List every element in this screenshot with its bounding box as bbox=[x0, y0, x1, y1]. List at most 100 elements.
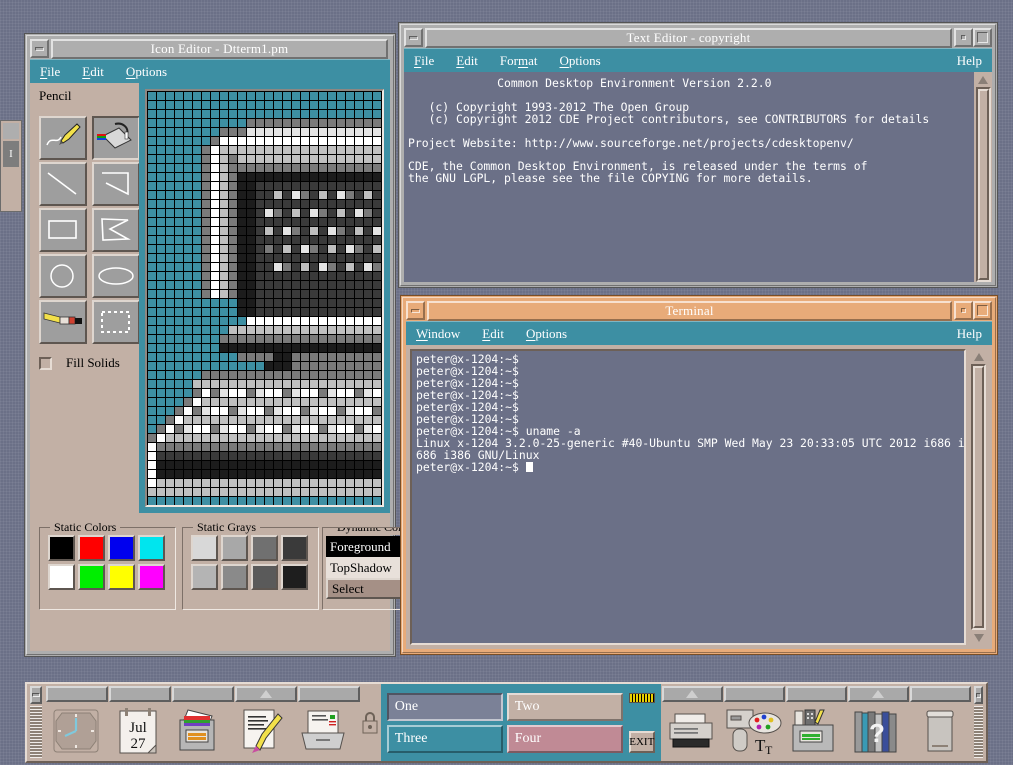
application-manager-icon[interactable] bbox=[785, 704, 847, 760]
rectangle-tool[interactable] bbox=[39, 208, 87, 252]
calendar-subpanel-arrow[interactable] bbox=[109, 686, 171, 702]
panel-restore-button[interactable] bbox=[973, 686, 983, 704]
gray-swatch-5[interactable] bbox=[221, 564, 248, 590]
icon-canvas-area[interactable] bbox=[139, 83, 390, 513]
icon-canvas-inner[interactable] bbox=[145, 89, 384, 507]
workspace-switch[interactable]: One Two Three Four EXIT bbox=[380, 684, 661, 761]
restore-button[interactable] bbox=[954, 28, 973, 47]
panel-grip-right[interactable] bbox=[973, 706, 983, 758]
calendar-icon[interactable]: Jul 27 bbox=[107, 704, 169, 760]
color-swatch-3[interactable] bbox=[138, 535, 165, 561]
scroll-thumb[interactable] bbox=[977, 89, 989, 280]
panel-grip[interactable] bbox=[30, 706, 42, 758]
fill-solids-checkbox[interactable] bbox=[39, 356, 52, 370]
terminal-menubar[interactable]: Window Edit Options Help bbox=[406, 321, 992, 345]
scroll-track[interactable] bbox=[971, 364, 986, 630]
polygon-tool[interactable] bbox=[92, 208, 140, 252]
front-panel[interactable]: Jul 27 One Two Three Four EXIT T T ? bbox=[25, 682, 988, 763]
appmanager-subpanel-arrow[interactable] bbox=[785, 686, 847, 702]
gray-swatch-6[interactable] bbox=[251, 564, 278, 590]
mailer-icon[interactable] bbox=[293, 704, 355, 760]
color-swatch-6[interactable] bbox=[108, 564, 135, 590]
busy-indicator[interactable] bbox=[628, 692, 655, 703]
gray-swatch-7[interactable] bbox=[281, 564, 308, 590]
workspace-button-four[interactable]: Four bbox=[506, 724, 623, 753]
filemanager-subpanel-arrow[interactable] bbox=[172, 686, 234, 702]
minimize-button[interactable] bbox=[30, 39, 49, 58]
scroll-track[interactable] bbox=[975, 87, 991, 282]
menu-edit[interactable]: Edit bbox=[456, 53, 478, 69]
workspace-button-one[interactable]: One bbox=[386, 692, 503, 721]
style-subpanel-arrow[interactable] bbox=[723, 686, 785, 702]
icon-editor-titlebar[interactable]: Icon Editor - Dtterm1.pm bbox=[30, 39, 390, 59]
color-swatch-2[interactable] bbox=[108, 535, 135, 561]
panel-minimize-button[interactable] bbox=[30, 686, 42, 704]
gray-swatch-3[interactable] bbox=[281, 535, 308, 561]
menu-options[interactable]: Options bbox=[560, 53, 601, 69]
background-window-sliver[interactable]: I bbox=[0, 120, 22, 212]
menu-edit[interactable]: Edit bbox=[482, 326, 504, 342]
menu-help[interactable]: Help bbox=[957, 53, 982, 69]
gray-swatch-2[interactable] bbox=[251, 535, 278, 561]
terminal-window[interactable]: Terminal Window Edit Options Help peter@… bbox=[400, 295, 998, 655]
circle-tool[interactable] bbox=[39, 254, 87, 298]
texteditor-subpanel-arrow[interactable] bbox=[235, 686, 297, 702]
scroll-thumb[interactable] bbox=[973, 366, 984, 628]
color-swatch-5[interactable] bbox=[78, 564, 105, 590]
printer-subpanel-arrow[interactable] bbox=[661, 686, 723, 702]
fill-solids-row[interactable]: Fill Solids bbox=[39, 355, 120, 371]
padlock-icon[interactable] bbox=[360, 710, 380, 736]
workspace-button-two[interactable]: Two bbox=[506, 692, 623, 721]
terminal-scrollbar[interactable] bbox=[969, 349, 988, 645]
gray-swatch-4[interactable] bbox=[191, 564, 218, 590]
select-region-tool[interactable] bbox=[92, 300, 140, 344]
flood-fill-tool[interactable] bbox=[92, 116, 140, 160]
text-editor-content[interactable]: Common Desktop Environment Version 2.2.0… bbox=[404, 72, 973, 282]
help-manager-icon[interactable]: ? bbox=[847, 704, 909, 760]
menu-help[interactable]: Help bbox=[957, 326, 982, 342]
lock-cell[interactable] bbox=[360, 684, 381, 761]
style-manager-icon[interactable]: T T bbox=[723, 704, 785, 760]
gray-swatch-0[interactable] bbox=[191, 535, 218, 561]
tool-palette[interactable] bbox=[39, 116, 143, 346]
pencil-tool[interactable] bbox=[39, 116, 87, 160]
icon-editor-window[interactable]: Icon Editor - Dtterm1.pm File Edit Optio… bbox=[24, 33, 442, 657]
workspace-button-three[interactable]: Three bbox=[386, 724, 503, 753]
printer-icon[interactable] bbox=[661, 704, 723, 760]
line-tool[interactable] bbox=[39, 162, 87, 206]
menu-file[interactable]: File bbox=[40, 64, 60, 80]
workspace-side-controls[interactable]: EXIT bbox=[628, 692, 655, 753]
exit-button[interactable]: EXIT bbox=[628, 730, 655, 753]
front-panel-right-handle[interactable] bbox=[971, 684, 986, 761]
static-grays-swatches[interactable] bbox=[183, 528, 318, 597]
help-subpanel-arrow[interactable] bbox=[847, 686, 909, 702]
text-editor-scrollbar[interactable] bbox=[973, 72, 992, 282]
text-editor-window[interactable]: Text Editor - copyright File Edit Format… bbox=[398, 22, 998, 288]
mailer-subpanel-arrow[interactable] bbox=[298, 686, 360, 702]
color-swatch-4[interactable] bbox=[48, 564, 75, 590]
maximize-button[interactable] bbox=[973, 28, 992, 47]
left-subpanel-arrows[interactable] bbox=[45, 684, 360, 702]
right-subpanel-arrows[interactable] bbox=[661, 684, 971, 702]
text-editor-menubar[interactable]: File Edit Format Options Help bbox=[404, 48, 992, 72]
terminal-titlebar[interactable]: Terminal bbox=[406, 301, 992, 321]
file-manager-icon[interactable] bbox=[169, 704, 231, 760]
minimize-button[interactable] bbox=[406, 301, 425, 320]
color-swatch-0[interactable] bbox=[48, 535, 75, 561]
text-editor-icon[interactable] bbox=[231, 704, 293, 760]
minimize-button[interactable] bbox=[404, 28, 423, 47]
menu-options[interactable]: Options bbox=[526, 326, 567, 342]
icon-editor-menubar[interactable]: File Edit Options bbox=[30, 59, 390, 83]
workspace-button-grid[interactable]: One Two Three Four bbox=[386, 692, 623, 753]
terminal-output-wrapper[interactable]: peter@x-1204:~$ peter@x-1204:~$ peter@x-… bbox=[410, 349, 967, 645]
text-editor-text-area[interactable]: Common Desktop Environment Version 2.2.0… bbox=[404, 72, 992, 282]
scroll-up-arrow[interactable] bbox=[976, 72, 991, 87]
menu-edit[interactable]: Edit bbox=[82, 64, 104, 80]
trash-subpanel-arrow[interactable] bbox=[909, 686, 971, 702]
menu-options[interactable]: Options bbox=[126, 64, 167, 80]
text-editor-titlebar[interactable]: Text Editor - copyright bbox=[404, 28, 992, 48]
menu-format[interactable]: Format bbox=[500, 53, 538, 69]
restore-button[interactable] bbox=[954, 301, 973, 320]
maximize-button[interactable] bbox=[973, 301, 992, 320]
polyline-tool[interactable] bbox=[92, 162, 140, 206]
